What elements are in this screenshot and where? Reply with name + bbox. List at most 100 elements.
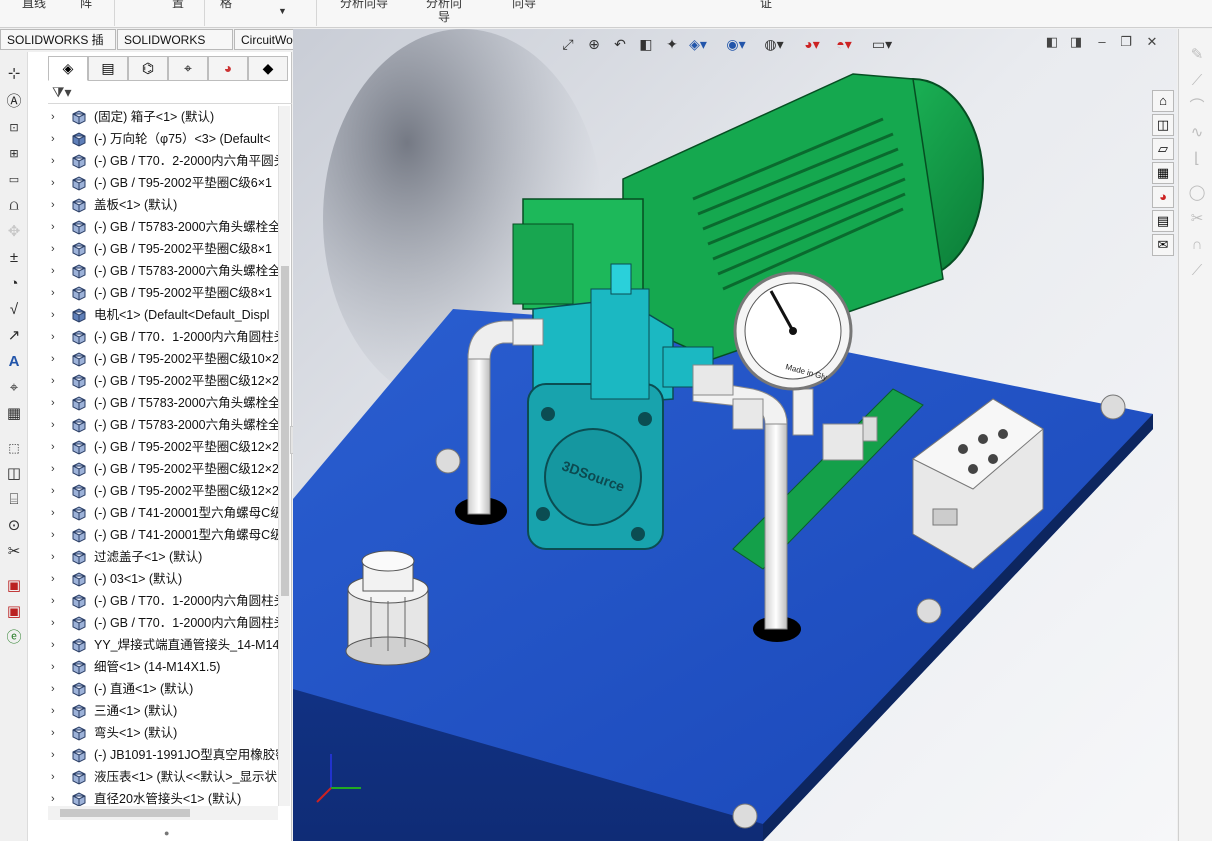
display-style-icon[interactable]: ◉▾ <box>725 33 747 55</box>
expand-arrow-icon[interactable]: › <box>51 722 55 744</box>
datum-feature-icon[interactable]: ⩍ <box>4 196 24 216</box>
tree-item[interactable]: › 弯头<1> (默认) <box>48 722 288 744</box>
previous-view-icon[interactable]: ↶ <box>609 33 631 55</box>
geometric-tolerance-icon[interactable]: ± <box>4 248 24 268</box>
tree-item[interactable]: › YY_焊接式端直通管接头_14-M14X <box>48 634 288 656</box>
solidworks-forum-icon[interactable]: ✉ <box>1152 234 1174 256</box>
expand-arrow-icon[interactable]: › <box>51 480 55 502</box>
tab-solidworks-addins[interactable]: SOLIDWORKS 插件 <box>0 29 116 67</box>
tree-item[interactable]: › (-) GB / T70．1-2000内六角圆柱头 <box>48 590 288 612</box>
center-mark-icon[interactable]: ⌖ <box>4 378 24 398</box>
balloon-icon[interactable]: ⊡ <box>4 118 24 138</box>
expand-arrow-icon[interactable]: › <box>51 414 55 436</box>
expand-arrow-icon[interactable]: › <box>51 326 55 348</box>
expand-arrow-icon[interactable]: › <box>51 612 55 634</box>
solidworks-resources-icon[interactable]: ⌂ <box>1152 90 1174 112</box>
3d-view-icon[interactable]: ⬚ <box>4 438 24 458</box>
tree-item[interactable]: › (-) GB / T95-2002平垫圈C级12×2 <box>48 458 288 480</box>
tree-item[interactable]: › (-) GB / T95-2002平垫圈C级8×1 <box>48 282 288 304</box>
section-view-icon[interactable]: ◧ <box>635 33 657 55</box>
tree-item[interactable]: › (-) GB / T95-2002平垫圈C级6×1 <box>48 172 288 194</box>
restore-icon[interactable]: ❐ <box>1117 33 1135 51</box>
tile-left-icon[interactable]: ◧ <box>1043 33 1061 51</box>
feature-manager-tab[interactable]: ◈ <box>48 56 88 81</box>
expand-arrow-icon[interactable]: › <box>51 436 55 458</box>
dimxpert-manager-tab[interactable]: ⌖ <box>168 56 208 81</box>
view-settings-icon[interactable]: ▭▾ <box>871 33 893 55</box>
view-palette-icon[interactable]: ▦ <box>1152 162 1174 184</box>
display-manager-tab[interactable]: ◕ <box>208 56 248 81</box>
tree-item[interactable]: › 电机<1> (Default<Default_Displ <box>48 304 288 326</box>
tree-item[interactable]: › 三通<1> (默认) <box>48 700 288 722</box>
expand-arrow-icon[interactable]: › <box>51 260 55 282</box>
expand-arrow-icon[interactable]: › <box>51 656 55 678</box>
tree-horizontal-scrollbar[interactable] <box>48 806 278 820</box>
expand-arrow-icon[interactable]: › <box>51 370 55 392</box>
ribbon-item-format[interactable]: 格 <box>220 0 232 11</box>
expand-arrow-icon[interactable]: › <box>51 282 55 304</box>
expand-arrow-icon[interactable]: › <box>51 172 55 194</box>
apply-scene-icon[interactable]: ◓▾ <box>833 33 855 55</box>
tree-filter-bar[interactable]: ⧩▾ <box>48 82 292 104</box>
expand-arrow-icon[interactable]: › <box>51 392 55 414</box>
expand-arrow-icon[interactable]: › <box>51 568 55 590</box>
tree-item[interactable]: › (-) GB / T5783-2000六角头螺栓全 <box>48 392 288 414</box>
tree-vertical-scrollbar[interactable] <box>278 106 290 806</box>
tree-item[interactable]: › 细管<1> (14-M14X1.5) <box>48 656 288 678</box>
tab-solidworks-mbd[interactable]: SOLIDWORKS MBD <box>117 29 233 67</box>
view-orientation-icon[interactable]: ◈▾ <box>687 33 709 55</box>
ribbon-item-wizard[interactable]: 向导 <box>512 0 536 11</box>
expand-arrow-icon[interactable]: › <box>51 766 55 788</box>
note-icon[interactable]: Ⓐ <box>4 92 24 112</box>
tree-item[interactable]: › (-) GB / T95-2002平垫圈C级8×1 <box>48 238 288 260</box>
zoom-area-icon[interactable]: ⊕ <box>583 33 605 55</box>
ribbon-item-pattern[interactable]: 阵 <box>80 0 92 11</box>
chevron-down-icon[interactable]: ▼ <box>278 6 287 16</box>
expand-arrow-icon[interactable]: › <box>51 348 55 370</box>
tree-item[interactable]: › (-) GB / T95-2002平垫圈C级12×2 <box>48 370 288 392</box>
expand-arrow-icon[interactable]: › <box>51 150 55 172</box>
ribbon-item-place[interactable]: 置 <box>172 0 184 11</box>
expand-arrow-icon[interactable]: › <box>51 700 55 722</box>
expand-arrow-icon[interactable]: › <box>51 502 55 524</box>
close-icon[interactable]: ✕ <box>1143 33 1161 51</box>
appearances-icon[interactable]: ◕ <box>1152 186 1174 208</box>
zoom-to-fit-icon[interactable]: ⤢ <box>557 33 579 55</box>
property-manager-tab[interactable]: ▤ <box>88 56 128 81</box>
tree-item[interactable]: › (-) GB / T95-2002平垫圈C级12×2 <box>48 436 288 458</box>
expand-arrow-icon[interactable]: › <box>51 304 55 326</box>
auto-balloon-icon[interactable]: ⊞ <box>4 144 24 164</box>
expand-arrow-icon[interactable]: › <box>51 458 55 480</box>
assembly-model[interactable]: 3DSource Made in Gly <box>293 29 1177 841</box>
custom-properties-icon[interactable]: ▤ <box>1152 210 1174 232</box>
expand-arrow-icon[interactable]: › <box>51 634 55 656</box>
smart-dimension-icon[interactable]: ⊹ <box>4 64 24 84</box>
edrawings-icon[interactable]: ⓔ <box>4 628 24 648</box>
panel-resize-grip[interactable]: ● <box>164 828 169 838</box>
tree-item[interactable]: › (固定) 箱子<1> (默认) <box>48 106 288 128</box>
tile-right-icon[interactable]: ◨ <box>1067 33 1085 51</box>
magnetic-line-icon[interactable]: ▭ <box>4 170 24 190</box>
tree-item[interactable]: › (-) JB1091-1991JO型真空用橡胶密 <box>48 744 288 766</box>
tree-item[interactable]: › (-) GB / T5783-2000六角头螺栓全 <box>48 260 288 282</box>
tree-item[interactable]: › (-) 万向轮（φ75）<3> (Default< <box>48 128 288 150</box>
expand-arrow-icon[interactable]: › <box>51 546 55 568</box>
expand-arrow-icon[interactable]: › <box>51 678 55 700</box>
design-library-icon[interactable]: ◫ <box>1152 114 1174 136</box>
ribbon-item-analysis-wizard[interactable]: 分析向导 <box>340 0 388 11</box>
table-icon[interactable]: ▦ <box>4 404 24 424</box>
text-icon[interactable]: A <box>4 352 24 372</box>
weld-symbol-icon[interactable]: √ <box>4 300 24 320</box>
tree-item[interactable]: › 过滤盖子<1> (默认) <box>48 546 288 568</box>
publish-pdf-icon[interactable]: ✂ <box>4 542 24 562</box>
publish-edrawings-icon[interactable]: ▣ <box>4 602 24 622</box>
publish-3d-pdf-icon[interactable]: ▣ <box>4 576 24 596</box>
filter-icon[interactable]: ⧩▾ <box>52 84 72 101</box>
expand-arrow-icon[interactable]: › <box>51 128 55 150</box>
expand-arrow-icon[interactable]: › <box>51 744 55 766</box>
configuration-manager-tab[interactable]: ⌬ <box>128 56 168 81</box>
graphics-viewport[interactable]: 3DSource Made in Gly ⤢ ⊕ ↶ ◧ ✦ ◈▾ ◉▾ ◍▾ … <box>293 29 1177 841</box>
capture-3d-view-icon[interactable]: ⊙ <box>4 516 24 536</box>
hole-callout-icon[interactable]: ↗ <box>4 326 24 346</box>
tree-item[interactable]: › 液压表<1> (默认<<默认>_显示状 <box>48 766 288 788</box>
